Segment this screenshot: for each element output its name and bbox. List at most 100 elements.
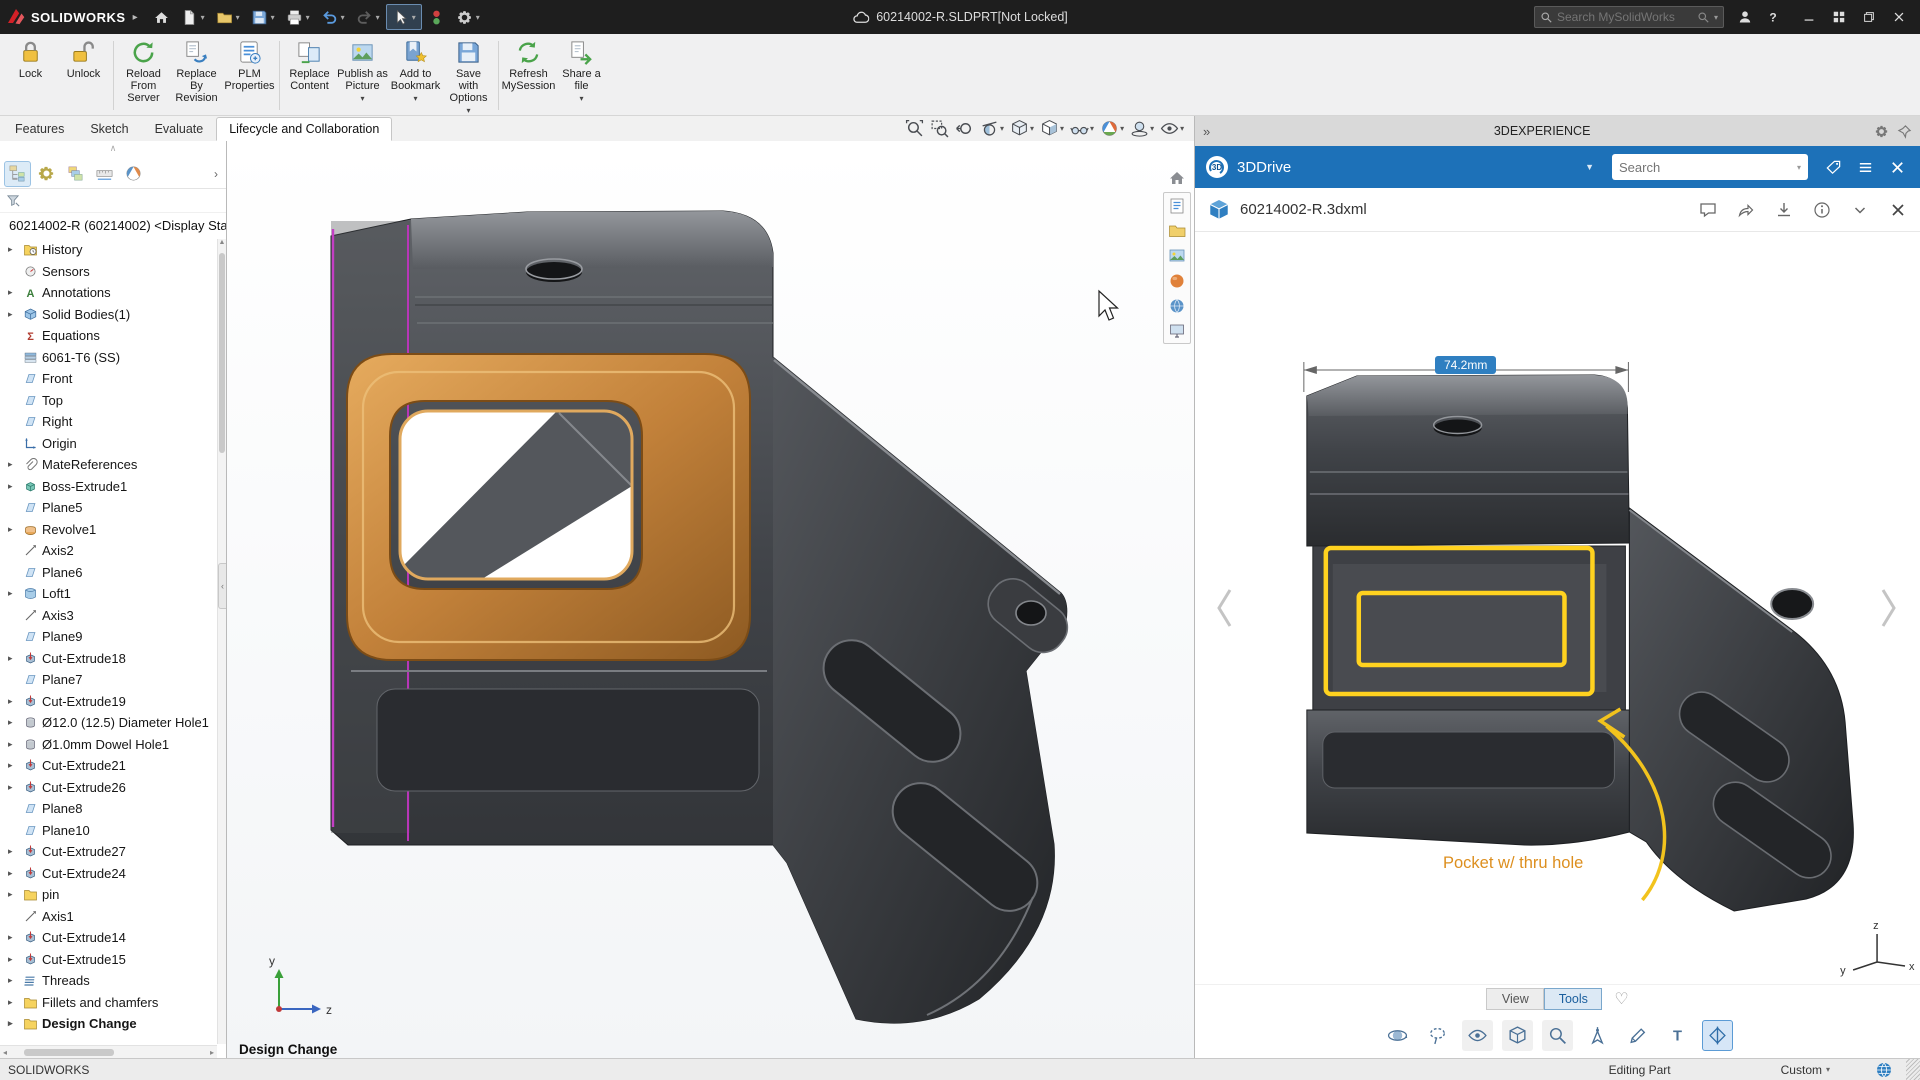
view-palette-button[interactable] — [1164, 243, 1190, 268]
expand-arrow-icon[interactable]: ▸ — [8, 1018, 19, 1029]
view-settings-button[interactable]: ▾ — [1158, 117, 1186, 139]
help-button[interactable]: ? — [1760, 4, 1786, 30]
panel-collapse-icon[interactable]: » — [1203, 124, 1210, 139]
solidworks-resources-button[interactable] — [1164, 193, 1190, 218]
window-layout-button[interactable] — [1824, 3, 1854, 31]
tree-item-plane7[interactable]: Plane7 — [0, 669, 217, 691]
tree-item-front[interactable]: Front — [0, 368, 217, 390]
open-document-dropdown[interactable]: ▾ — [236, 13, 240, 22]
apply-scene-dropdown[interactable]: ▾ — [1150, 124, 1154, 133]
3ddrive-app-name[interactable]: 3DDrive — [1237, 159, 1291, 176]
tree-item-sensors[interactable]: Sensors — [0, 261, 217, 283]
view-settings-dropdown[interactable]: ▾ — [1180, 124, 1184, 133]
tree-horizontal-scrollbar[interactable]: ◂▸ — [0, 1045, 217, 1058]
resize-grip[interactable] — [1906, 1059, 1920, 1080]
expand-arrow-icon[interactable]: ▸ — [8, 739, 19, 750]
download-button[interactable] — [1774, 200, 1794, 220]
drive-search-box[interactable]: ▾ — [1612, 154, 1808, 180]
tree-item-boss-extrude1[interactable]: ▸Boss-Extrude1 — [0, 476, 217, 498]
publish-as-picture-button[interactable]: Publish asPicture▾ — [336, 36, 389, 115]
preview-tab-tools[interactable]: Tools — [1544, 988, 1602, 1010]
undo-button[interactable]: ▾ — [316, 4, 350, 30]
tree-item-plane6[interactable]: Plane6 — [0, 562, 217, 584]
search-input[interactable] — [1557, 10, 1693, 24]
unlock-button[interactable]: Unlock — [57, 36, 110, 115]
text-markup-button[interactable]: T — [1662, 1020, 1693, 1051]
tree-item-cut-extrude19[interactable]: ▸Cut-Extrude19 — [0, 691, 217, 713]
tree-item-1-0mm-dowel-hole1[interactable]: ▸Ø1.0mm Dowel Hole1 — [0, 734, 217, 756]
tree-item-plane9[interactable]: Plane9 — [0, 626, 217, 648]
comments-button[interactable] — [1698, 200, 1718, 220]
display-manager-tab[interactable] — [120, 161, 147, 187]
preview-tab-view[interactable]: View — [1486, 988, 1544, 1010]
task-pane-home-button[interactable] — [1164, 165, 1190, 190]
scenes-button[interactable] — [1164, 293, 1190, 318]
close-document-button[interactable] — [1888, 200, 1908, 220]
new-document-button[interactable]: ▾ — [176, 4, 210, 30]
design-library-button[interactable] — [1164, 218, 1190, 243]
compass-draw-button[interactable] — [1582, 1020, 1613, 1051]
section-view-button[interactable]: ▾ — [978, 117, 1006, 139]
expand-arrow-icon[interactable]: ▸ — [8, 760, 19, 771]
display-style-button[interactable]: ▾ — [1038, 117, 1066, 139]
minimize-button[interactable] — [1794, 3, 1824, 31]
rebuild-button[interactable] — [423, 4, 450, 30]
zoom-to-area-button[interactable] — [928, 117, 951, 139]
expand-arrow-icon[interactable]: ▸ — [8, 459, 19, 470]
share-a-file-dropdown[interactable]: ▾ — [579, 93, 583, 105]
tree-item-loft1[interactable]: ▸Loft1 — [0, 583, 217, 605]
search-scope-dropdown[interactable]: ▾ — [1714, 13, 1718, 22]
close-app-button[interactable] — [1884, 154, 1910, 180]
dimension-badge[interactable]: 74.2mm — [1435, 356, 1496, 374]
tree-item-cut-extrude27[interactable]: ▸Cut-Extrude27 — [0, 841, 217, 863]
publish-as-picture-dropdown[interactable]: ▾ — [360, 93, 364, 105]
tree-item-right[interactable]: Right — [0, 411, 217, 433]
scrollbar-thumb-h[interactable] — [24, 1049, 114, 1056]
expand-arrow-icon[interactable]: ▸ — [8, 932, 19, 943]
apply-scene-button[interactable]: ▾ — [1128, 117, 1156, 139]
property-manager-tab[interactable] — [33, 161, 60, 187]
drive-search-dropdown[interactable]: ▾ — [1797, 163, 1801, 172]
menu-button[interactable] — [1852, 154, 1878, 180]
info-button[interactable] — [1812, 200, 1832, 220]
expand-arrow-icon[interactable]: ▸ — [8, 975, 19, 986]
tree-item-pin[interactable]: ▸pin — [0, 884, 217, 906]
tree-item-history[interactable]: ▸History — [0, 239, 217, 261]
tree-item-plane8[interactable]: Plane8 — [0, 798, 217, 820]
manager-tabs-expand[interactable]: › — [214, 167, 222, 181]
next-item-button[interactable] — [1874, 574, 1904, 642]
tree-item-matereferences[interactable]: ▸MateReferences — [0, 454, 217, 476]
options-button[interactable]: ▾ — [451, 4, 485, 30]
tree-vertical-scrollbar[interactable]: ▲ — [217, 239, 226, 1044]
save-with-options-button[interactable]: SavewithOptions▾ — [442, 36, 495, 115]
expand-arrow-icon[interactable]: ▸ — [8, 782, 19, 793]
marker-pen-button[interactable] — [1622, 1020, 1653, 1051]
undo-dropdown[interactable]: ▾ — [341, 13, 345, 22]
add-to-bookmark-dropdown[interactable]: ▾ — [413, 93, 417, 105]
tab-features[interactable]: Features — [2, 117, 77, 141]
add-to-bookmark-button[interactable]: Add toBookmark▾ — [389, 36, 442, 115]
app-switcher-dropdown[interactable]: ▼ — [1585, 162, 1594, 172]
panel-settings-gear-icon[interactable] — [1874, 124, 1889, 139]
tree-item-cut-extrude14[interactable]: ▸Cut-Extrude14 — [0, 927, 217, 949]
refresh-mysession-button[interactable]: RefreshMySession — [502, 36, 555, 115]
appearances-button[interactable] — [1164, 268, 1190, 293]
previous-item-button[interactable] — [1209, 574, 1239, 642]
expand-arrow-icon[interactable]: ▸ — [8, 588, 19, 599]
tree-item-design-change[interactable]: ▸Design Change — [0, 1013, 217, 1035]
drive-search-input[interactable] — [1619, 160, 1792, 175]
expand-arrow-icon[interactable]: ▸ — [8, 653, 19, 664]
expand-arrow-icon[interactable]: ▸ — [8, 889, 19, 900]
tree-item-revolve1[interactable]: ▸Revolve1 — [0, 519, 217, 541]
plm-properties-button[interactable]: PLMProperties — [223, 36, 276, 115]
print-dropdown[interactable]: ▾ — [306, 13, 310, 22]
redo-dropdown[interactable]: ▾ — [376, 13, 380, 22]
tree-item-annotations[interactable]: ▸AAnnotations — [0, 282, 217, 304]
tab-sketch[interactable]: Sketch — [77, 117, 141, 141]
share-a-file-button[interactable]: Share afile▾ — [555, 36, 608, 115]
hide-show-items-dropdown[interactable]: ▾ — [1090, 124, 1094, 133]
save-with-options-dropdown[interactable]: ▾ — [466, 105, 470, 117]
custom-properties-button[interactable] — [1164, 318, 1190, 343]
search-mysolidworks[interactable]: ▾ — [1534, 6, 1724, 28]
tree-item-cut-extrude24[interactable]: ▸Cut-Extrude24 — [0, 863, 217, 885]
